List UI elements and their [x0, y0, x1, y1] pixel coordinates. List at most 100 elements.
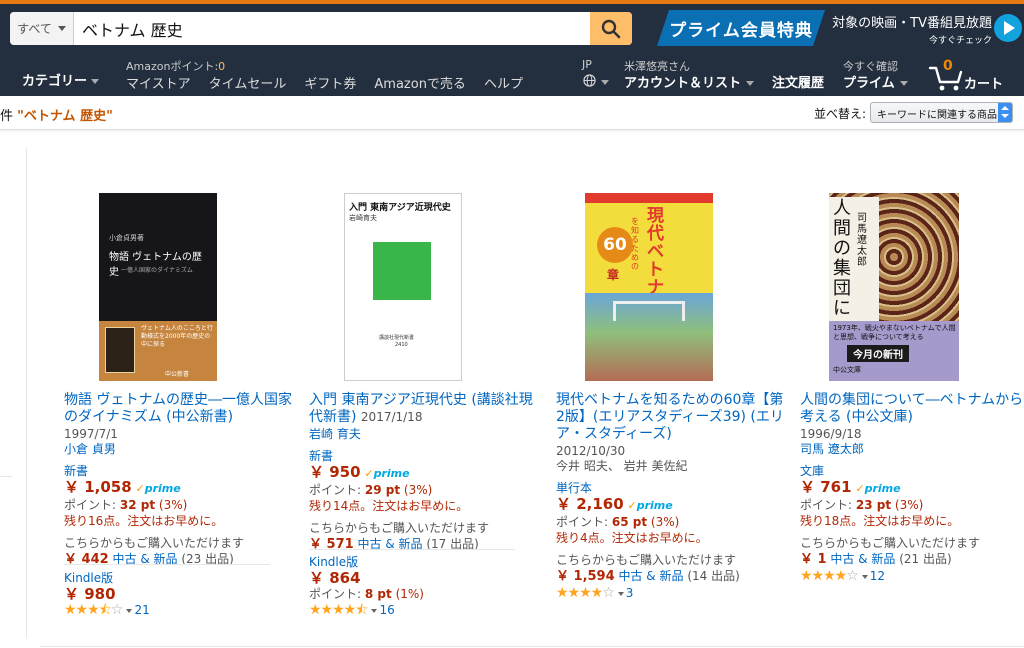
- results-count-suffix: 件: [0, 109, 14, 124]
- product-title-block: 現代ベトナムを知るための60章【第2版】(エリアスタディーズ39) (エリア・ス…: [556, 392, 786, 460]
- product-format-link[interactable]: 文庫: [800, 463, 1024, 479]
- product-author[interactable]: 岩崎 育夫: [309, 426, 539, 442]
- prime-badge-label: prime: [144, 482, 181, 495]
- promo-subtitle: 今すぐチェック: [928, 36, 992, 46]
- product-author[interactable]: 司馬 遼太郎: [800, 441, 1024, 457]
- used-new-price[interactable]: ￥ 1,594: [556, 569, 615, 584]
- promo-title: 対象の映画・TV番組見放題: [832, 16, 992, 31]
- product-title-block: 人間の集団について―ベトナムから考える (中公文庫) 1996/9/18: [800, 392, 1024, 443]
- play-icon[interactable]: [994, 14, 1022, 42]
- stock-warning: 残り18点。注文はお早めに。: [800, 514, 960, 528]
- kindle-format-link[interactable]: Kindle版: [309, 554, 539, 570]
- prime-badge: ✓prime: [855, 482, 901, 495]
- product-format-link[interactable]: 新書: [64, 463, 294, 479]
- other-offers-label: こちらからもご購入いただけます: [64, 536, 245, 550]
- prime-badge-label: prime: [864, 482, 901, 495]
- points-percent: (3%): [158, 498, 188, 512]
- sort-label: 並べ替え:: [814, 107, 867, 121]
- sort-dropdown[interactable]: キーワードに関連する商品: [870, 102, 1013, 123]
- chevron-down-icon: [126, 608, 133, 613]
- points-value: 65 pt: [611, 515, 648, 529]
- points-label: ポイント:: [64, 498, 117, 512]
- accent-strip: [0, 0, 1024, 4]
- cover-photo: [585, 293, 713, 381]
- amazon-points[interactable]: Amazonポイント:0: [126, 58, 225, 74]
- language-label[interactable]: JP: [582, 58, 592, 71]
- prime-badge: ✓prime: [135, 482, 181, 495]
- review-count-link[interactable]: 21: [134, 603, 149, 617]
- kindle-details: Kindle版 ￥ 980 ★★★⯪☆ 21: [64, 570, 294, 618]
- chevron-down-icon: [861, 574, 868, 579]
- account-lists-menu[interactable]: アカウント＆リスト: [624, 72, 755, 91]
- star-rating-icon[interactable]: ★★★★☆: [556, 585, 615, 601]
- product-price[interactable]: ￥ 950: [309, 463, 361, 481]
- points-label: ポイント:: [309, 483, 362, 497]
- sort-value: キーワードに関連する商品: [877, 110, 997, 121]
- review-count-link[interactable]: 16: [379, 603, 394, 617]
- product-title-link[interactable]: 人間の集団について―ベトナムから考える (中公文庫): [800, 392, 1023, 425]
- kindle-price[interactable]: ￥ 864: [309, 570, 539, 586]
- kindle-format-link[interactable]: Kindle版: [64, 570, 294, 586]
- departments-menu[interactable]: カテゴリー: [22, 70, 100, 89]
- search-category-dropdown[interactable]: すべて: [10, 12, 74, 45]
- product-price[interactable]: ￥ 2,160: [556, 495, 624, 513]
- product-cover-image[interactable]: 人間の集団に 司馬遼太郎 1973年、戦火やまないベトナムで人間と思想、戦争につ…: [829, 193, 959, 381]
- prime-menu[interactable]: プライム: [843, 72, 908, 91]
- search-button[interactable]: [590, 12, 632, 45]
- product-author[interactable]: 小倉 貞男: [64, 441, 294, 457]
- product-title-block: 入門 東南アジア近現代史 (講談社現代新書) 2017/1/18: [309, 392, 539, 426]
- cover-band: ヴェトナム人のこころと行動様式を2000年の歴史の中に探る 中公新書: [99, 321, 217, 381]
- product-date: 1997/7/1: [64, 427, 118, 441]
- kindle-price[interactable]: ￥ 980: [64, 586, 294, 602]
- select-arrows-icon: [998, 103, 1012, 122]
- product-title-block: 物語 ヴェトナムの歴史―一億人国家のダイナミズム (中公新書) 1997/7/1: [64, 392, 294, 443]
- product-details: 今井 昭夫、 岩井 美佐紀 単行本 ￥ 2,160 ✓prime ポイント: 6…: [556, 458, 786, 601]
- divider: [64, 564, 270, 565]
- cart-count: 0: [943, 58, 953, 74]
- cover-publisher: 中公文庫: [833, 366, 861, 374]
- product-date: 2017/1/18: [360, 410, 423, 424]
- nav-link-sell[interactable]: Amazonで売る: [374, 73, 466, 92]
- other-offers-label: こちらからもご購入いただけます: [556, 553, 737, 567]
- product-price[interactable]: ￥ 1,058: [64, 478, 132, 496]
- used-new-link[interactable]: 中古 & 新品: [618, 569, 683, 583]
- top-header: すべて プライム会員特典 対象の映画・TV番組見放題 今すぐチェック: [0, 0, 1024, 56]
- globe-icon[interactable]: [583, 74, 596, 87]
- star-rating-icon[interactable]: ★★★★☆: [800, 568, 859, 584]
- nav-link-deals[interactable]: タイムセール: [209, 73, 287, 92]
- product-details: 岩崎 育夫 新書 ￥ 950 ✓prime ポイント: 29 pt (3%) 残…: [309, 426, 539, 553]
- used-new-link[interactable]: 中古 & 新品: [830, 552, 895, 566]
- review-count-link[interactable]: 3: [626, 586, 634, 600]
- prime-benefits-banner[interactable]: プライム会員特典: [657, 10, 825, 46]
- other-offers-label: こちらからもご購入いただけます: [309, 521, 490, 535]
- product-cover-image[interactable]: 入門 東南アジア近現代史 岩崎育夫 講談社現代新書 2410: [344, 193, 462, 381]
- sidebar-divider: [26, 148, 27, 638]
- nav-link-help[interactable]: ヘルプ: [484, 73, 523, 92]
- product-cover-image[interactable]: 60 章 現代ベトナム を知るための: [585, 193, 713, 381]
- product-author: 今井 昭夫、 岩井 美佐紀: [556, 459, 688, 473]
- review-count-link[interactable]: 12: [870, 569, 885, 583]
- product-price[interactable]: ￥ 761: [800, 478, 852, 496]
- star-rating-icon[interactable]: ★★★★⯪: [309, 602, 368, 618]
- used-new-price[interactable]: ￥ 1: [800, 552, 827, 567]
- chevron-down-icon: [601, 80, 609, 85]
- product-title-link[interactable]: 現代ベトナムを知るための60章【第2版】(エリアスタディーズ39) (エリア・ス…: [556, 392, 784, 442]
- product-format-link[interactable]: 新書: [309, 448, 539, 464]
- orders-link[interactable]: 注文履歴: [772, 72, 824, 91]
- chevron-down-icon: [91, 79, 100, 84]
- divider: [0, 476, 12, 477]
- product-format-link[interactable]: 単行本: [556, 480, 786, 496]
- nav-link-mystore[interactable]: マイストア: [126, 73, 191, 92]
- search-input[interactable]: [74, 12, 590, 45]
- cover-subtitle: を知るための: [631, 217, 639, 271]
- star-rating-icon[interactable]: ★★★⯪☆: [64, 602, 123, 618]
- cart-button[interactable]: 0 カート: [926, 58, 1006, 94]
- product-cover-image[interactable]: 小倉貞男著 物語 ヴェトナムの歴史 一億人国家のダイナミズム ヴェトナム人のここ…: [99, 193, 217, 381]
- main-nav: カテゴリー Amazonポイント:0 マイストア タイムセール ギフト券 Ama…: [0, 56, 1024, 96]
- product-title-link[interactable]: 物語 ヴェトナムの歴史―一億人国家のダイナミズム (中公新書): [64, 392, 292, 425]
- nav-link-gift-cards[interactable]: ギフト券: [304, 73, 356, 92]
- kindle-details: Kindle版 ￥ 864 ポイント: 8 pt (1%) ★★★★⯪ 16: [309, 554, 539, 618]
- product-date: 1996/9/18: [800, 427, 862, 441]
- points-label: ポイント:: [309, 587, 362, 601]
- video-promo[interactable]: 対象の映画・TV番組見放題 今すぐチェック: [828, 12, 992, 46]
